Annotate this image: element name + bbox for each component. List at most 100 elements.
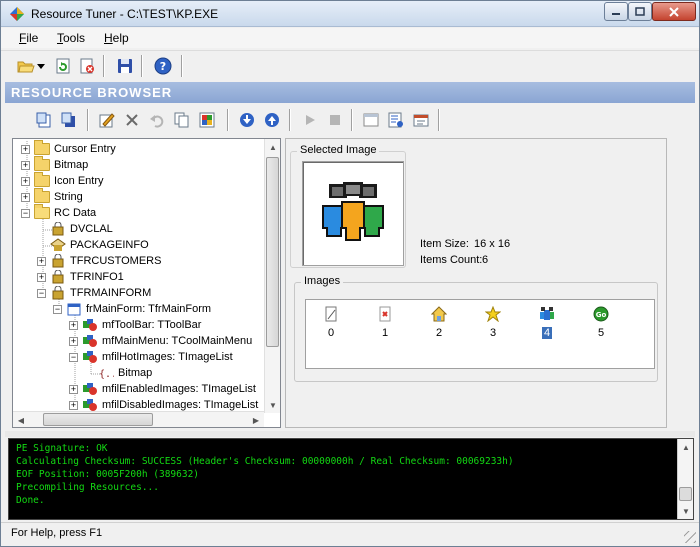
- open-dropdown-button[interactable]: [35, 55, 47, 77]
- delete-page-icon: [379, 306, 391, 322]
- tree-item[interactable]: + Cursor Entry: [21, 140, 116, 157]
- properties-button[interactable]: [385, 109, 407, 131]
- close-file-button[interactable]: [76, 55, 98, 77]
- tree-item-label: mfilHotImages: TImageList: [102, 351, 233, 363]
- tree-item-label: mfilDisabledImages: TImageList: [102, 399, 259, 411]
- item-size-label: Item Size:: [420, 238, 469, 250]
- image-item-2[interactable]: 2: [428, 306, 450, 339]
- image-item-3[interactable]: 3: [482, 306, 504, 339]
- main-window: Resource Tuner - C:\TEST\KP.EXE File Too…: [0, 0, 700, 547]
- resource-tree[interactable]: + Cursor Entry + Bitmap + Icon Entry + String − R…: [12, 138, 281, 428]
- tree-item[interactable]: + mfToolBar: TToolBar: [69, 317, 201, 333]
- scroll-up-arrow[interactable]: ▲: [678, 439, 693, 455]
- tree-item[interactable]: − mfilHotImages: TImageList: [69, 349, 233, 365]
- expand-icon[interactable]: +: [37, 272, 46, 282]
- console-scroll-thumb[interactable]: [679, 487, 692, 501]
- maximize-button[interactable]: [628, 2, 652, 21]
- images-group-label: Images: [301, 275, 344, 287]
- resize-grip[interactable]: [684, 531, 696, 543]
- scroll-up-arrow[interactable]: ▲: [265, 139, 280, 155]
- edit-resource-button[interactable]: [96, 109, 118, 131]
- items-count-label: Items Count:: [420, 254, 483, 266]
- undo-button[interactable]: [146, 109, 168, 131]
- tree-item[interactable]: + Icon Entry: [21, 172, 104, 189]
- tree-item-label: PACKAGEINFO: [70, 239, 149, 251]
- tree-vertical-scrollbar[interactable]: ▲ ▼: [264, 139, 280, 413]
- copy-button[interactable]: [171, 109, 193, 131]
- tree-item-label: RC Data: [54, 207, 97, 219]
- minimize-button[interactable]: [604, 2, 628, 21]
- scroll-thumb[interactable]: [43, 413, 153, 426]
- panel-splitter[interactable]: [5, 431, 695, 437]
- svg-text:{..}: {..}: [99, 369, 114, 380]
- scroll-down-arrow[interactable]: ▼: [265, 397, 280, 413]
- scroll-left-arrow[interactable]: ◀: [13, 412, 29, 427]
- expand-icon[interactable]: +: [21, 176, 30, 186]
- tree-item-label: frMainForm: TfrMainForm: [86, 303, 212, 315]
- export-all-button[interactable]: [58, 109, 80, 131]
- collapse-icon[interactable]: −: [37, 288, 46, 298]
- help-button[interactable]: ?: [152, 55, 174, 77]
- paste-button[interactable]: [196, 109, 218, 131]
- properties-icon: [388, 112, 403, 128]
- menu-file[interactable]: File: [19, 31, 38, 45]
- move-up-button[interactable]: [261, 109, 283, 131]
- delete-button[interactable]: [121, 109, 143, 131]
- settings-button[interactable]: [410, 109, 432, 131]
- expand-icon[interactable]: +: [69, 400, 78, 410]
- title-bar[interactable]: Resource Tuner - C:\TEST\KP.EXE: [1, 1, 699, 27]
- tree-item[interactable]: + mfMainMenu: TCoolMainMenu: [69, 333, 252, 349]
- save-button[interactable]: [114, 55, 136, 77]
- image-item-1[interactable]: 1: [374, 306, 396, 339]
- tree-item-label: DVCLAL: [70, 223, 113, 235]
- collapse-icon[interactable]: −: [21, 208, 30, 218]
- toolbar-separator: [141, 55, 143, 77]
- open-button[interactable]: [15, 55, 37, 77]
- expand-icon[interactable]: +: [21, 192, 30, 202]
- expand-icon[interactable]: +: [69, 384, 78, 394]
- collapse-icon[interactable]: −: [53, 304, 62, 314]
- image-list[interactable]: 0 1 2 3 4 Go 5: [305, 299, 655, 369]
- stop-button[interactable]: [324, 109, 346, 131]
- expand-icon[interactable]: +: [69, 336, 78, 346]
- play-button[interactable]: [299, 109, 321, 131]
- close-button[interactable]: [652, 2, 696, 21]
- image-index: 2: [435, 327, 443, 339]
- tree-horizontal-scrollbar[interactable]: ◀ ▶: [13, 411, 264, 427]
- tree-item[interactable]: − TFRMAINFORM: [37, 285, 151, 301]
- expand-icon[interactable]: +: [21, 160, 30, 170]
- expand-icon[interactable]: +: [69, 320, 78, 330]
- console-scrollbar[interactable]: ▲ ▼: [677, 439, 693, 519]
- reload-button[interactable]: [52, 55, 74, 77]
- menu-help[interactable]: Help: [104, 31, 129, 45]
- tree-item[interactable]: + TFRCUSTOMERS: [37, 253, 161, 269]
- scroll-down-arrow[interactable]: ▼: [678, 503, 693, 519]
- expand-icon[interactable]: +: [37, 256, 46, 266]
- scroll-right-arrow[interactable]: ▶: [248, 412, 264, 427]
- tree-item[interactable]: − frMainForm: TfrMainForm: [53, 301, 211, 317]
- export-resource-button[interactable]: [33, 109, 55, 131]
- tree-item-label: Bitmap: [118, 367, 153, 379]
- component-icon: [82, 382, 98, 396]
- scroll-thumb[interactable]: [266, 157, 279, 347]
- image-item-5[interactable]: Go 5: [590, 306, 612, 339]
- expand-icon[interactable]: +: [21, 144, 30, 154]
- collapse-icon[interactable]: −: [69, 352, 78, 362]
- dialog-preview-button[interactable]: [360, 109, 382, 131]
- tree-item[interactable]: − RC Data: [21, 204, 97, 221]
- open-folder-icon: [17, 61, 35, 73]
- tree-item[interactable]: + String: [21, 188, 83, 205]
- menu-tools[interactable]: Tools: [57, 31, 85, 45]
- image-item-0[interactable]: 0: [320, 306, 342, 339]
- tree-item[interactable]: PACKAGEINFO: [37, 237, 149, 253]
- move-down-button[interactable]: [236, 109, 258, 131]
- tree-item[interactable]: {..} Bitmap: [85, 365, 152, 381]
- item-size-value: 16 x 16: [474, 238, 511, 250]
- tree-item[interactable]: + mfilEnabledImages: TImageList: [69, 381, 256, 397]
- image-item-4[interactable]: 4: [536, 306, 558, 339]
- tree-item[interactable]: DVCLAL: [37, 221, 113, 237]
- data-icon: {..}: [98, 366, 114, 380]
- tree-item[interactable]: + TFRINFO1: [37, 269, 124, 285]
- toolbar-separator: [87, 109, 89, 131]
- tree-item[interactable]: + Bitmap: [21, 156, 88, 173]
